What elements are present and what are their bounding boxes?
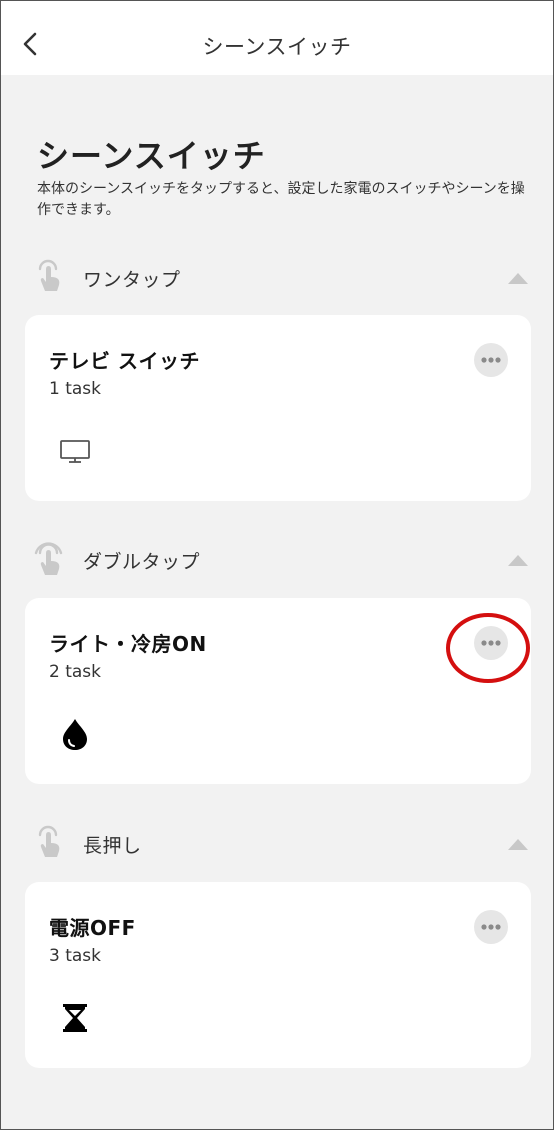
more-dots-icon <box>481 924 501 930</box>
water-drop-icon <box>63 719 87 750</box>
task-count: 1 task <box>49 379 102 399</box>
highlight-circle <box>446 613 530 683</box>
nav-bar: シーンスイッチ <box>1 1 553 75</box>
section-label: ワンタップ <box>83 269 181 291</box>
nav-title: シーンスイッチ <box>202 35 352 59</box>
more-options-button[interactable] <box>474 343 508 377</box>
task-count: 3 task <box>49 946 102 966</box>
section-label: ダブルタップ <box>83 551 201 573</box>
long-press-icon <box>38 825 60 857</box>
section-header-long-press[interactable]: 長押し <box>1 823 553 863</box>
section-label: 長押し <box>83 835 142 857</box>
more-dots-icon <box>481 357 501 363</box>
scene-title: ライト・冷房ON <box>49 632 207 656</box>
hourglass-icon <box>63 1004 87 1032</box>
collapse-arrow-icon[interactable] <box>506 553 530 567</box>
scene-title: テレビ スイッチ <box>49 349 200 373</box>
double-tap-icon <box>34 542 63 575</box>
page-title: シーンスイッチ <box>37 137 266 175</box>
collapse-arrow-icon[interactable] <box>506 837 530 851</box>
scene-card-one-tap[interactable]: テレビ スイッチ 1 task <box>25 315 531 501</box>
page-description: 本体のシーンスイッチをタップすると、設定した家電のスイッチやシーンを操作できます… <box>37 181 525 218</box>
section-header-one-tap[interactable]: ワンタップ <box>1 257 553 297</box>
single-tap-icon <box>38 259 60 291</box>
more-options-button[interactable] <box>474 910 508 944</box>
scene-card-long-press[interactable]: 電源OFF 3 task <box>25 882 531 1068</box>
tv-icon <box>60 440 90 463</box>
task-count: 2 task <box>49 662 102 682</box>
scene-title: 電源OFF <box>49 916 136 940</box>
section-header-double-tap[interactable]: ダブルタップ <box>1 539 553 579</box>
app-screen: シーンスイッチ シーンスイッチ 本体のシーンスイッチをタップすると、設定した家電… <box>0 0 554 1130</box>
collapse-arrow-icon[interactable] <box>506 271 530 285</box>
